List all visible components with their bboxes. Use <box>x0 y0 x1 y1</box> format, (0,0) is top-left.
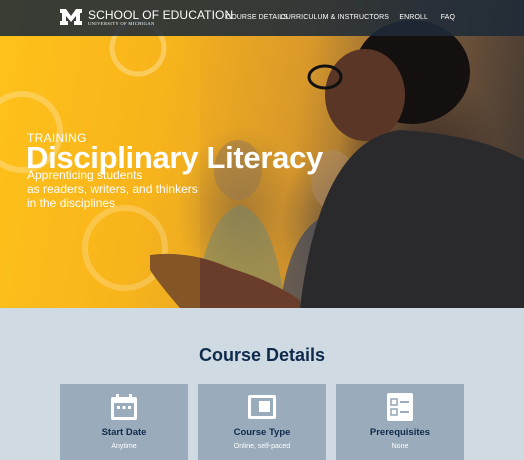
hero-subtitle: Apprenticing students as readers, writer… <box>27 168 198 210</box>
card-title: Start Date <box>101 427 147 438</box>
brand-wordmark: SCHOOL OF EDUCATION UNIVERSITY OF MICHIG… <box>88 9 233 27</box>
nav-course-details[interactable]: COURSE DETAILS <box>226 14 288 21</box>
brand-subtitle: UNIVERSITY OF MICHIGAN <box>88 21 155 26</box>
card-course-type: Course Type Online, self-paced <box>198 384 326 460</box>
card-start-date: Start Date Anytime <box>60 384 188 460</box>
face-shape <box>325 49 405 141</box>
card-value: None <box>391 443 409 450</box>
hero-banner: TRAINING Disciplinary Literacy Apprentic… <box>0 0 524 308</box>
course-details-heading: Course Details <box>198 345 326 365</box>
window-icon <box>248 395 276 419</box>
card-value: Online, self-paced <box>233 443 291 450</box>
site-header: SCHOOL OF EDUCATION UNIVERSITY OF MICHIG… <box>0 0 524 36</box>
calendar-icon <box>111 394 137 420</box>
home-logo-link[interactable]: SCHOOL OF EDUCATION UNIVERSITY OF MICHIG… <box>60 9 233 27</box>
brand-name: SCHOOL OF EDUCATION <box>88 8 234 22</box>
hero-subtitle-line: in the disciplines <box>27 196 116 210</box>
card-prerequisites: Prerequisites None <box>336 384 464 460</box>
hero-subtitle-line: as readers, writers, and thinkers <box>27 182 198 196</box>
nav-curriculum-instructors[interactable]: CURRICULUM & INSTRUCTORS <box>281 14 389 21</box>
checklist-icon <box>387 393 413 421</box>
card-title: Prerequisites <box>369 427 431 438</box>
card-value: Anytime <box>111 443 137 450</box>
block-m-icon <box>60 9 82 25</box>
hero-subtitle-line: Apprenticing students <box>27 168 143 182</box>
nav-enroll[interactable]: ENROLL <box>399 14 428 21</box>
card-title: Course Type <box>233 427 291 438</box>
nav-faq[interactable]: FAQ <box>441 14 455 21</box>
